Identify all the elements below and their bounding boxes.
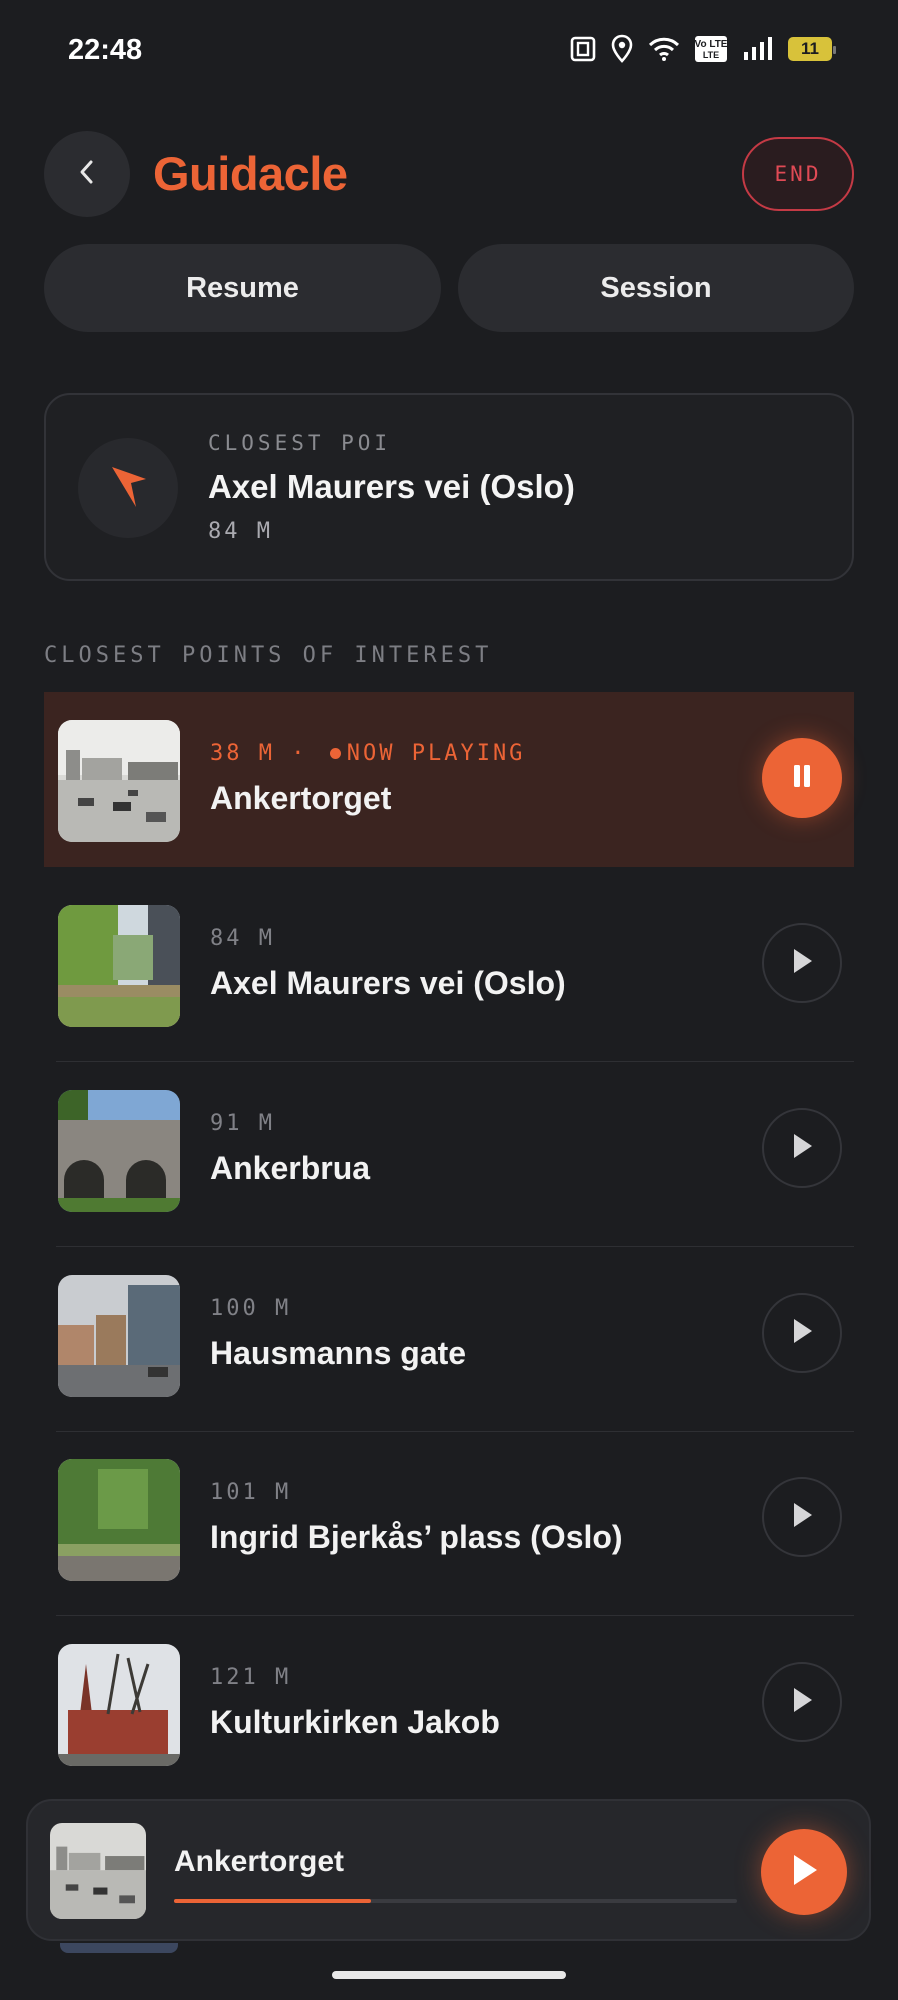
play-icon xyxy=(789,1853,819,1892)
play-button[interactable] xyxy=(762,1477,842,1557)
nfc-icon xyxy=(570,36,596,62)
poi-distance: 38 M xyxy=(210,741,275,766)
volte-icon: Vo LTE LTE xyxy=(694,35,728,63)
poi-distance: 100 M xyxy=(210,1296,292,1321)
playing-dot-icon xyxy=(329,747,341,759)
resume-button[interactable]: Resume xyxy=(44,244,441,332)
player-progress-bar[interactable] xyxy=(174,1899,737,1903)
poi-name: Ankerbrua xyxy=(210,1150,371,1186)
play-button[interactable] xyxy=(762,1293,842,1373)
poi-distance: 101 M xyxy=(210,1480,292,1505)
partially-visible-thumbnail xyxy=(60,1943,178,1953)
play-icon xyxy=(790,1132,814,1165)
compass xyxy=(78,438,178,538)
poi-list-item-kulturkirken-jakob[interactable]: 121 M Kulturkirken Jakob xyxy=(44,1616,854,1791)
player-thumbnail xyxy=(50,1823,146,1919)
end-session-button[interactable]: END xyxy=(742,137,854,211)
player-progress-fill xyxy=(174,1899,372,1903)
player-play-button[interactable] xyxy=(761,1829,847,1915)
play-icon xyxy=(790,1317,814,1350)
poi-name: Hausmanns gate xyxy=(210,1335,467,1371)
svg-text:LTE: LTE xyxy=(703,50,719,60)
play-icon xyxy=(790,1686,814,1719)
navigation-arrow-icon xyxy=(106,461,150,516)
pause-icon xyxy=(791,763,813,794)
poi-name: Ankertorget xyxy=(210,780,392,816)
play-button[interactable] xyxy=(762,1108,842,1188)
play-button[interactable] xyxy=(762,923,842,1003)
poi-thumbnail xyxy=(58,720,180,842)
closest-poi-distance: 84 M xyxy=(208,519,273,544)
section-label: CLOSEST POINTS OF INTEREST xyxy=(44,643,493,668)
poi-thumbnail xyxy=(58,1275,180,1397)
session-button[interactable]: Session xyxy=(458,244,854,332)
poi-distance: 121 M xyxy=(210,1665,292,1690)
play-icon xyxy=(790,947,814,980)
back-button[interactable] xyxy=(44,131,130,217)
play-icon xyxy=(790,1501,814,1534)
poi-list-item-ankertorget[interactable]: 38 M · NOW PLAYING Ankertorget xyxy=(44,692,854,867)
mini-player[interactable]: Ankertorget xyxy=(26,1799,871,1941)
closest-poi-name: Axel Maurers vei (Oslo) xyxy=(208,468,575,505)
home-indicator[interactable] xyxy=(332,1971,566,1979)
signal-icon xyxy=(742,36,774,62)
poi-distance: 84 M xyxy=(210,926,275,951)
chevron-left-icon xyxy=(75,158,99,191)
poi-distance: 91 M xyxy=(210,1111,275,1136)
pause-button[interactable] xyxy=(762,738,842,818)
now-playing-label: NOW PLAYING xyxy=(346,741,526,766)
poi-thumbnail xyxy=(58,905,180,1027)
poi-name: Kulturkirken Jakob xyxy=(210,1704,500,1740)
poi-thumbnail xyxy=(58,1644,180,1766)
volte-text: Vo LTE xyxy=(695,39,728,50)
battery-icon: 11 xyxy=(788,37,836,61)
poi-thumbnail xyxy=(58,1459,180,1581)
player-title: Ankertorget xyxy=(174,1845,345,1878)
poi-status: 38 M · NOW PLAYING xyxy=(210,741,526,766)
poi-name: Ingrid Bjerkås’ plass (Oslo) xyxy=(210,1519,623,1555)
status-bar: 22:48 Vo LTE LTE 11 xyxy=(0,0,898,100)
poi-list-item-ankerbrua[interactable]: 91 M Ankerbrua xyxy=(44,1062,854,1247)
location-icon xyxy=(610,34,634,64)
status-time: 22:48 xyxy=(68,34,143,66)
poi-list-item-hausmanns-gate[interactable]: 100 M Hausmanns gate xyxy=(44,1247,854,1432)
closest-poi-card[interactable]: CLOSEST POI Axel Maurers vei (Oslo) 84 M xyxy=(44,393,854,581)
play-button[interactable] xyxy=(762,1662,842,1742)
closest-poi-caption: CLOSEST POI xyxy=(208,431,392,455)
poi-list-item-ingrid-bjerkas-plass[interactable]: 101 M Ingrid Bjerkås’ plass (Oslo) xyxy=(44,1431,854,1616)
poi-thumbnail xyxy=(58,1090,180,1212)
wifi-icon xyxy=(648,36,680,62)
app-title: Guidacle xyxy=(153,147,348,200)
poi-list-item-axel-maurers-vei[interactable]: 84 M Axel Maurers vei (Oslo) xyxy=(44,877,854,1062)
status-icons: Vo LTE LTE 11 xyxy=(570,34,836,64)
poi-name: Axel Maurers vei (Oslo) xyxy=(210,965,566,1001)
